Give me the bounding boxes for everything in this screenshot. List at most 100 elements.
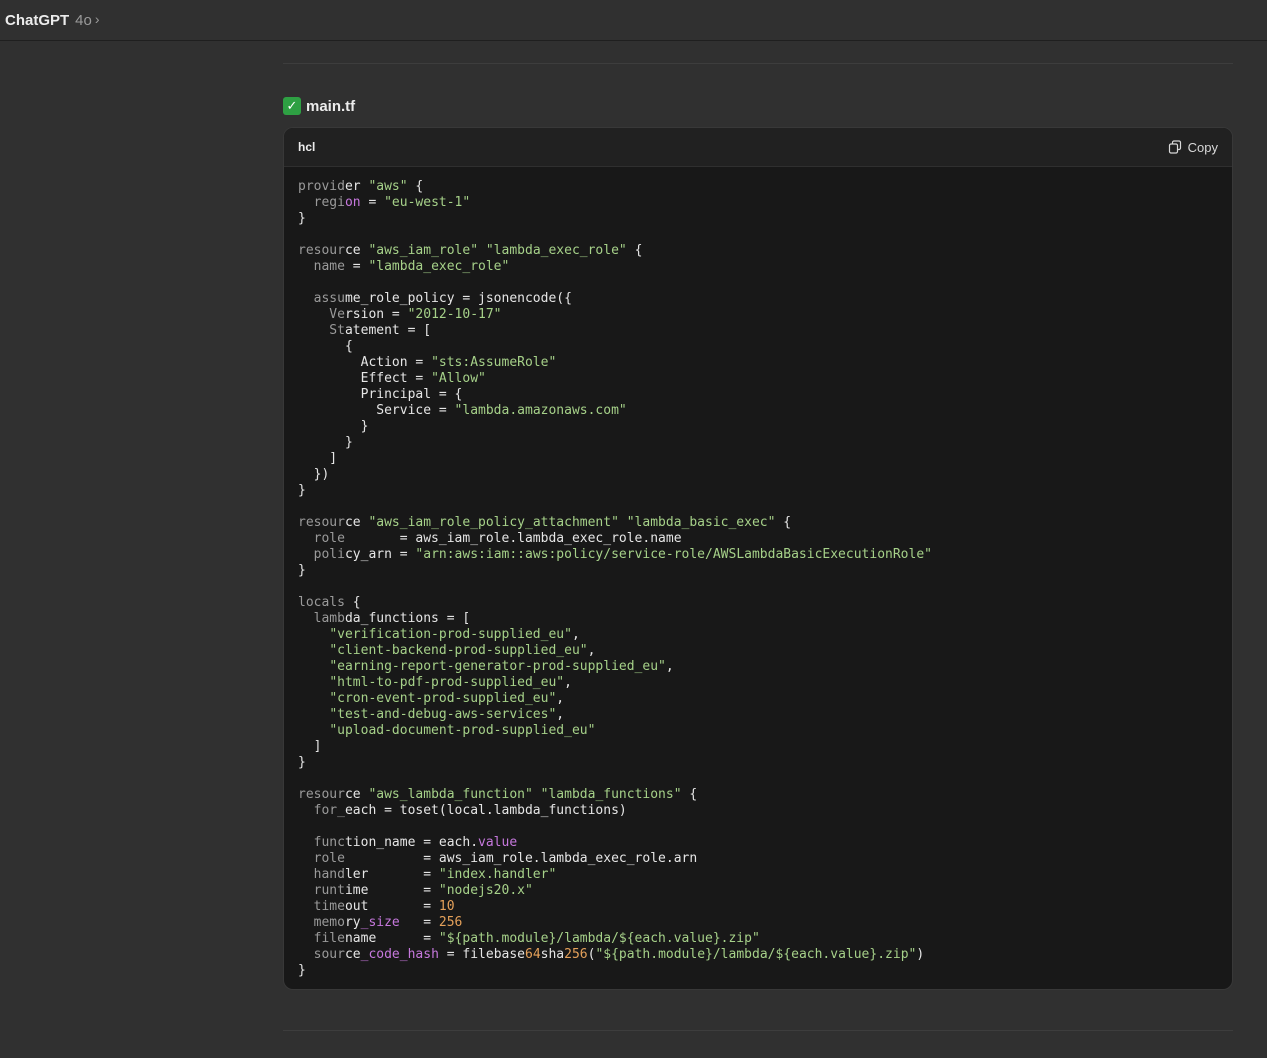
code-token: "test-and-debug-aws-services" (329, 707, 557, 722)
code-token: for_ (298, 803, 345, 818)
code-line: } (298, 963, 1218, 979)
code-token: assu (298, 291, 345, 306)
model-selector-button[interactable]: ChatGPT 4o › (5, 11, 100, 29)
code-line: locals { (298, 595, 1218, 611)
code-token: , (665, 659, 674, 674)
code-line: } (298, 483, 1218, 499)
code-token: "upload-document-prod-supplied_eu" (329, 723, 596, 738)
code-token: { (775, 515, 792, 530)
code-token: file (298, 931, 345, 946)
code-line: } (298, 435, 1218, 451)
code-token: hand (298, 867, 345, 882)
code-token: = aws_iam_role.lambda_exec_role.arn (344, 851, 698, 866)
app-name: ChatGPT (5, 11, 70, 29)
code-token: "aws_iam_role_policy_attachment" (368, 515, 619, 530)
code-line: resource "aws_lambda_function" "lambda_f… (298, 787, 1218, 803)
copy-code-button[interactable]: Copy (1168, 140, 1218, 155)
code-token: ] (298, 451, 338, 466)
code-token: } (298, 435, 353, 450)
code-token: atement = [ (344, 323, 432, 338)
code-token: , (564, 675, 572, 690)
code-token: "aws_iam_role" (368, 243, 479, 258)
code-token: = filebase (438, 947, 525, 962)
code-block-header: hcl Copy (284, 128, 1232, 167)
code-text[interactable]: provider "aws" { region = "eu-west-1"} re… (298, 179, 1218, 979)
code-token: _code_hash (360, 947, 439, 962)
code-token: Action = (298, 355, 432, 370)
code-token: "lambda_exec_role" (485, 243, 627, 258)
code-token: ime = (344, 883, 439, 898)
code-line: Version = "2012-10-17" (298, 307, 1218, 323)
code-token: 256 (564, 947, 588, 962)
code-line: "client-backend-prod-supplied_eu", (298, 643, 1218, 659)
code-line: role = aws_iam_role.lambda_exec_role.nam… (298, 531, 1218, 547)
code-line: Service = "lambda.amazonaws.com" (298, 403, 1218, 419)
code-token: ) (916, 947, 925, 962)
code-body[interactable]: provider "aws" { region = "eu-west-1"} re… (284, 167, 1232, 979)
code-line: role = aws_iam_role.lambda_exec_role.arn (298, 851, 1218, 867)
code-token: }) (298, 467, 330, 482)
code-token: = (344, 259, 369, 274)
code-line: }) (298, 467, 1218, 483)
code-token: func (298, 835, 345, 850)
code-token: 256 (438, 915, 463, 930)
code-line: "earning-report-generator-prod-supplied_… (298, 659, 1218, 675)
code-line: "test-and-debug-aws-services", (298, 707, 1218, 723)
code-token: , (556, 707, 565, 722)
code-line: "verification-prod-supplied_eu", (298, 627, 1218, 643)
code-token: "nodejs20.x" (438, 883, 533, 898)
top-bar: ChatGPT 4o › (0, 0, 1267, 41)
code-line: runtime = "nodejs20.x" (298, 883, 1218, 899)
code-line: timeout = 10 (298, 899, 1218, 915)
message-divider-top (283, 63, 1233, 64)
code-token: resour (298, 243, 345, 258)
code-token: ce (344, 243, 369, 258)
code-line: name = "lambda_exec_role" (298, 259, 1218, 275)
code-token: , (587, 643, 596, 658)
code-token: , (556, 691, 565, 706)
code-token: } (298, 963, 306, 978)
code-line: ] (298, 451, 1218, 467)
code-line: } (298, 563, 1218, 579)
code-token: } (298, 483, 306, 498)
model-name: 4o (75, 11, 92, 29)
code-token: poli (298, 547, 345, 562)
code-token: provid (298, 179, 345, 194)
file-name: main.tf (306, 97, 356, 115)
code-token: sour (298, 947, 345, 962)
code-token: "aws" (368, 179, 408, 194)
code-token: { (344, 595, 361, 610)
code-line: provider "aws" { (298, 179, 1218, 195)
code-line: Action = "sts:AssumeRole" (298, 355, 1218, 371)
code-token: "cron-event-prod-supplied_eu" (329, 691, 557, 706)
code-token: 64 (525, 947, 541, 962)
copy-label: Copy (1187, 139, 1218, 155)
code-token: "index.handler" (438, 867, 557, 882)
code-token: = (360, 195, 385, 210)
code-token: = (399, 915, 439, 930)
code-token: "eu-west-1" (384, 195, 471, 210)
message-divider-bottom (283, 1030, 1233, 1031)
code-line: function_name = each.value (298, 835, 1218, 851)
code-token: "aws_lambda_function" (368, 787, 533, 802)
code-token: Ve (298, 307, 345, 322)
code-block: hcl Copy provider "aws" { region = "eu-w… (283, 127, 1233, 990)
code-token: "arn:aws:iam::aws:policy/service-role/AW… (415, 547, 932, 562)
code-line: lambda_functions = [ (298, 611, 1218, 627)
code-line: source_code_hash = filebase64sha256("${p… (298, 947, 1218, 963)
code-language-label: hcl (298, 140, 316, 154)
code-token: runt (298, 883, 345, 898)
code-token: me_role_policy = jsonencode({ (344, 291, 572, 306)
code-token: _size (360, 915, 400, 930)
code-token: da_functions = [ (344, 611, 471, 626)
code-token: ce (344, 787, 369, 802)
chevron-right-icon: › (94, 11, 100, 27)
code-token: tion_name = each. (344, 835, 479, 850)
